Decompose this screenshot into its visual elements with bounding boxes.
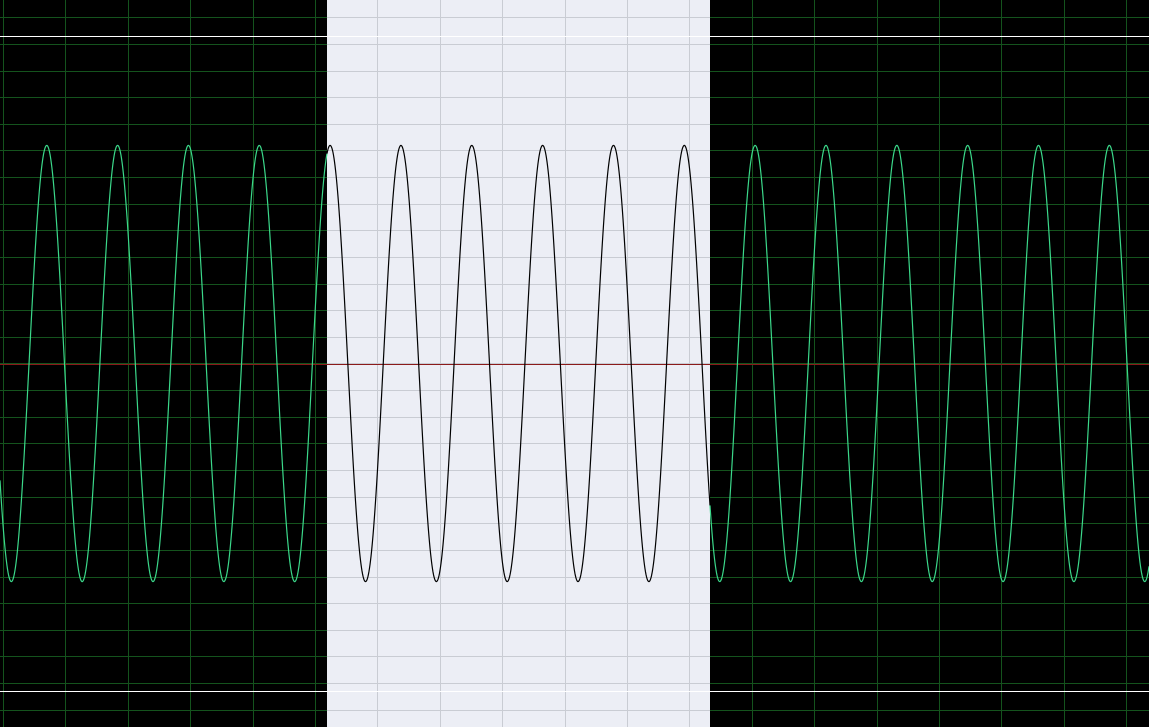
waveform-view[interactable] (0, 0, 1149, 727)
waveform-canvas[interactable] (0, 0, 1149, 727)
